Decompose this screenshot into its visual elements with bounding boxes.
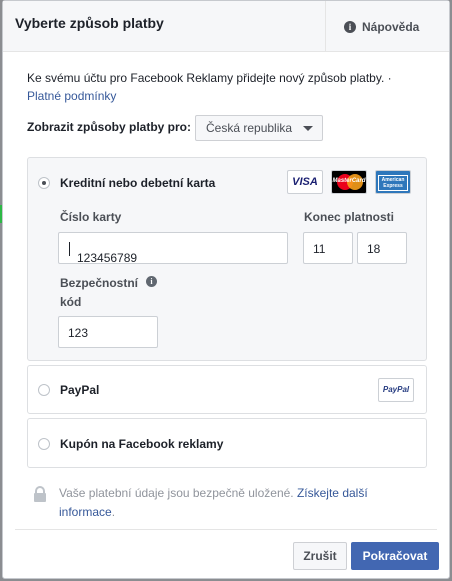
cvc-value: 123 — [68, 326, 89, 340]
card-number-label: Číslo karty — [60, 210, 122, 224]
card-number-input[interactable]: 123456789 — [58, 232, 288, 265]
payment-option-coupon[interactable]: Kupón na Facebook reklamy — [27, 418, 427, 468]
text-cursor — [69, 242, 70, 256]
cvc-input[interactable]: 123 — [58, 316, 158, 348]
help-label: Nápověda — [362, 20, 420, 34]
payment-method-dialog: Vyberte způsob platby i Nápověda Ke svém… — [2, 0, 450, 579]
expiry-month-input[interactable]: 11 — [303, 232, 353, 264]
card-radio[interactable] — [38, 177, 50, 189]
continue-button[interactable]: Pokračovat — [351, 542, 439, 570]
country-select[interactable]: Česká republika — [195, 115, 323, 141]
dialog-title: Vyberte způsob platby — [15, 15, 164, 31]
security-note-text: Vaše platební údaje jsou bezpečně uložen… — [59, 484, 419, 522]
payment-option-card[interactable]: Kreditní nebo debetní karta VISA MasterC… — [27, 157, 427, 361]
chevron-down-icon — [303, 126, 313, 131]
expiry-label: Konec platnosti — [304, 210, 395, 224]
cvc-label: Bezpečnostní kód — [60, 276, 139, 309]
footer-divider — [15, 529, 437, 530]
coupon-option-label: Kupón na Facebook reklamy — [60, 437, 224, 451]
lock-icon — [34, 486, 46, 502]
cancel-button[interactable]: Zrušit — [293, 542, 347, 570]
intro-text: Ke svému účtu pro Facebook Reklamy přide… — [27, 69, 427, 105]
expiry-year-input[interactable]: 18 — [357, 232, 407, 264]
paypal-logo-icon: PayPal — [378, 378, 414, 402]
country-select-value: Česká republika — [206, 121, 293, 135]
visa-logo-icon: VISA — [287, 170, 323, 194]
mastercard-logo-icon: MasterCard — [331, 170, 367, 194]
intro-sentence: Ke svému účtu pro Facebook Reklamy přide… — [27, 71, 392, 85]
amex-logo-icon: American Express — [375, 170, 411, 194]
expiry-year-value: 18 — [367, 242, 381, 256]
dialog-header: Vyberte způsob platby i Nápověda — [3, 1, 449, 52]
info-circle-icon: i — [344, 21, 356, 33]
expiry-month-value: 11 — [313, 242, 326, 256]
terms-link[interactable]: Platné podmínky — [27, 89, 116, 103]
card-option-label: Kreditní nebo debetní karta — [60, 176, 216, 190]
paypal-radio[interactable] — [38, 384, 50, 396]
security-note-sentence: Vaše platební údaje jsou bezpečně uložen… — [59, 486, 294, 500]
help-button[interactable]: i Nápověda — [325, 1, 449, 51]
paypal-option-label: PayPal — [60, 383, 100, 397]
cvc-info-icon[interactable]: i — [146, 276, 157, 287]
card-number-value: 123456789 — [77, 251, 138, 265]
coupon-radio[interactable] — [38, 438, 50, 450]
country-label: Zobrazit způsoby platby pro: — [27, 120, 191, 134]
security-note-end: . — [111, 505, 116, 519]
payment-option-paypal[interactable]: PayPal PayPal — [27, 365, 427, 414]
